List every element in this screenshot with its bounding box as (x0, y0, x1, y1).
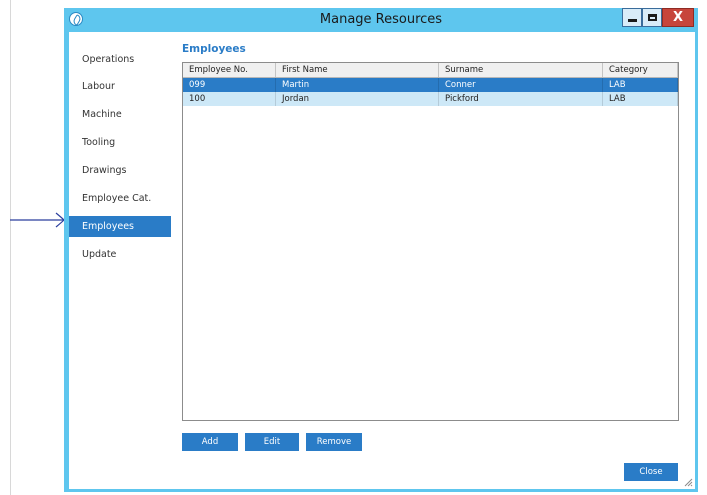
manage-resources-window: Manage Resources X Operations Labour Mac… (64, 8, 698, 492)
page-border (10, 0, 11, 495)
column-header-category[interactable]: Category (603, 63, 678, 77)
employees-table[interactable]: Employee No. First Name Surname Category… (182, 62, 679, 421)
window-close-button[interactable]: X (662, 8, 694, 27)
sidebar-item-employee-cat[interactable]: Employee Cat. (69, 188, 171, 209)
sidebar-item-drawings[interactable]: Drawings (69, 160, 171, 181)
sidebar-item-update[interactable]: Update (69, 244, 171, 265)
close-icon: X (672, 10, 684, 25)
column-header-surname[interactable]: Surname (439, 63, 603, 77)
sidebar-item-employees[interactable]: Employees (69, 216, 171, 237)
maximize-button[interactable] (642, 8, 662, 27)
minimize-icon (627, 19, 637, 22)
window-title: Manage Resources (319, 12, 443, 27)
sidebar: Operations Labour Machine Tooling Drawin… (69, 32, 171, 489)
table-row[interactable]: 099 Martin Conner LAB (183, 78, 678, 92)
cell-employee-no: 099 (183, 78, 276, 92)
edit-button[interactable]: Edit (245, 433, 299, 451)
cell-employee-no: 100 (183, 92, 276, 106)
minimize-button[interactable] (622, 8, 642, 27)
cell-category: LAB (603, 92, 678, 106)
remove-button[interactable]: Remove (306, 433, 362, 451)
sidebar-item-machine[interactable]: Machine (69, 104, 171, 125)
cell-surname: Pickford (439, 92, 603, 106)
table-header: Employee No. First Name Surname Category (183, 63, 678, 78)
cell-first-name: Jordan (276, 92, 439, 106)
sidebar-item-labour[interactable]: Labour (69, 76, 171, 97)
maximize-icon (647, 14, 657, 21)
arrow-right-icon (10, 212, 65, 228)
cell-first-name: Martin (276, 78, 439, 92)
title-bar[interactable]: Manage Resources X (64, 8, 698, 32)
resize-grip-icon[interactable] (683, 477, 693, 487)
cell-category: LAB (603, 78, 678, 92)
sidebar-item-tooling[interactable]: Tooling (69, 132, 171, 153)
add-button[interactable]: Add (182, 433, 238, 451)
table-row[interactable]: 100 Jordan Pickford LAB (183, 92, 678, 106)
window-content: Operations Labour Machine Tooling Drawin… (69, 32, 695, 489)
sidebar-item-operations[interactable]: Operations (69, 49, 171, 70)
cell-surname: Conner (439, 78, 603, 92)
section-title: Employees (182, 43, 246, 55)
column-header-employee-no[interactable]: Employee No. (183, 63, 276, 77)
close-button[interactable]: Close (624, 463, 678, 481)
column-header-first-name[interactable]: First Name (276, 63, 439, 77)
